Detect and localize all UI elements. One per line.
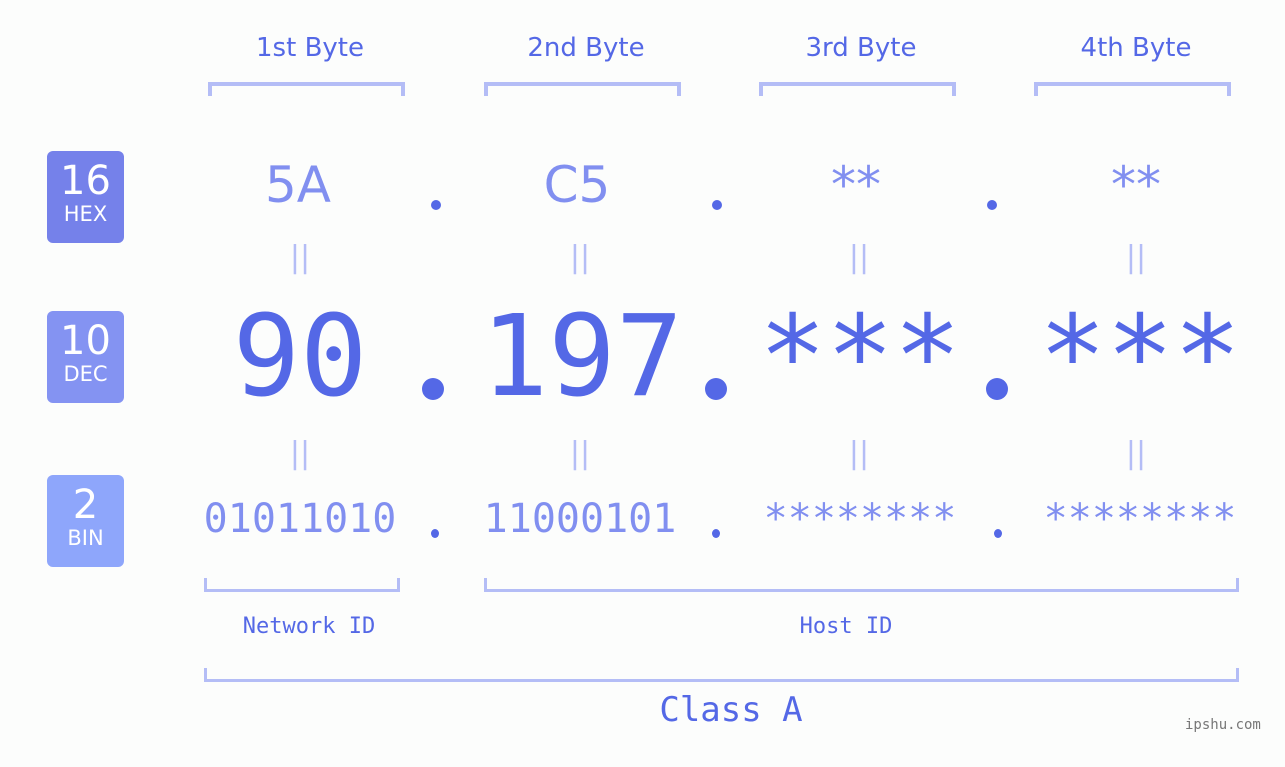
hex-separator-dot [431,200,441,210]
dec-separator-dot [705,378,727,400]
bin-separator-dot [994,529,1002,538]
network-id-label: Network ID [242,614,376,639]
hex-badge-label: HEX [63,202,108,226]
hex-separator-dot [987,200,997,210]
byte-bracket-4 [1034,82,1231,96]
dec-badge-label: DEC [63,362,108,386]
bin-byte-3: ******** [763,496,957,542]
network-id-bracket [204,578,400,592]
bin-badge-number: 2 [72,482,99,528]
bin-badge: 2 BIN [47,475,124,567]
hex-separator-dot [712,200,722,210]
equals-sign: || [1125,240,1147,275]
equals-sign: || [848,436,870,471]
byte-header-3: 3rd Byte [805,33,917,63]
hex-byte-4: ** [1111,156,1161,214]
dec-byte-4: *** [1038,292,1242,422]
host-id-label: Host ID [799,614,893,639]
hex-byte-3: ** [831,156,881,214]
equals-sign: || [569,436,591,471]
equals-sign: || [289,240,311,275]
bin-byte-2: 11000101 [483,496,677,542]
bin-separator-dot [431,529,439,538]
bin-separator-dot [712,529,720,538]
equals-sign: || [1125,436,1147,471]
dec-separator-dot [422,378,444,400]
byte-header-1: 1st Byte [256,33,364,63]
bin-byte-1: 01011010 [203,496,397,542]
dec-separator-dot [986,378,1008,400]
hex-byte-2: C5 [543,156,611,214]
hex-badge-number: 16 [60,158,111,204]
host-id-bracket [484,578,1239,592]
bin-byte-4: ******** [1043,496,1237,542]
byte-bracket-2 [484,82,681,96]
byte-header-2: 2nd Byte [527,33,645,63]
dec-byte-1: 90 [232,292,368,422]
bin-badge-label: BIN [67,526,104,550]
hex-badge: 16 HEX [47,151,124,243]
equals-sign: || [289,436,311,471]
byte-bracket-3 [759,82,956,96]
hex-byte-1: 5A [264,156,331,214]
class-bracket [204,668,1239,682]
byte-bracket-1 [208,82,405,96]
equals-sign: || [569,240,591,275]
equals-sign: || [848,240,870,275]
class-label: Class A [659,690,803,730]
dec-byte-3: *** [758,292,962,422]
watermark: ipshu.com [1185,717,1261,733]
byte-header-4: 4th Byte [1080,33,1192,63]
dec-badge: 10 DEC [47,311,124,403]
dec-badge-number: 10 [60,318,111,364]
dec-byte-2: 197 [480,292,684,422]
